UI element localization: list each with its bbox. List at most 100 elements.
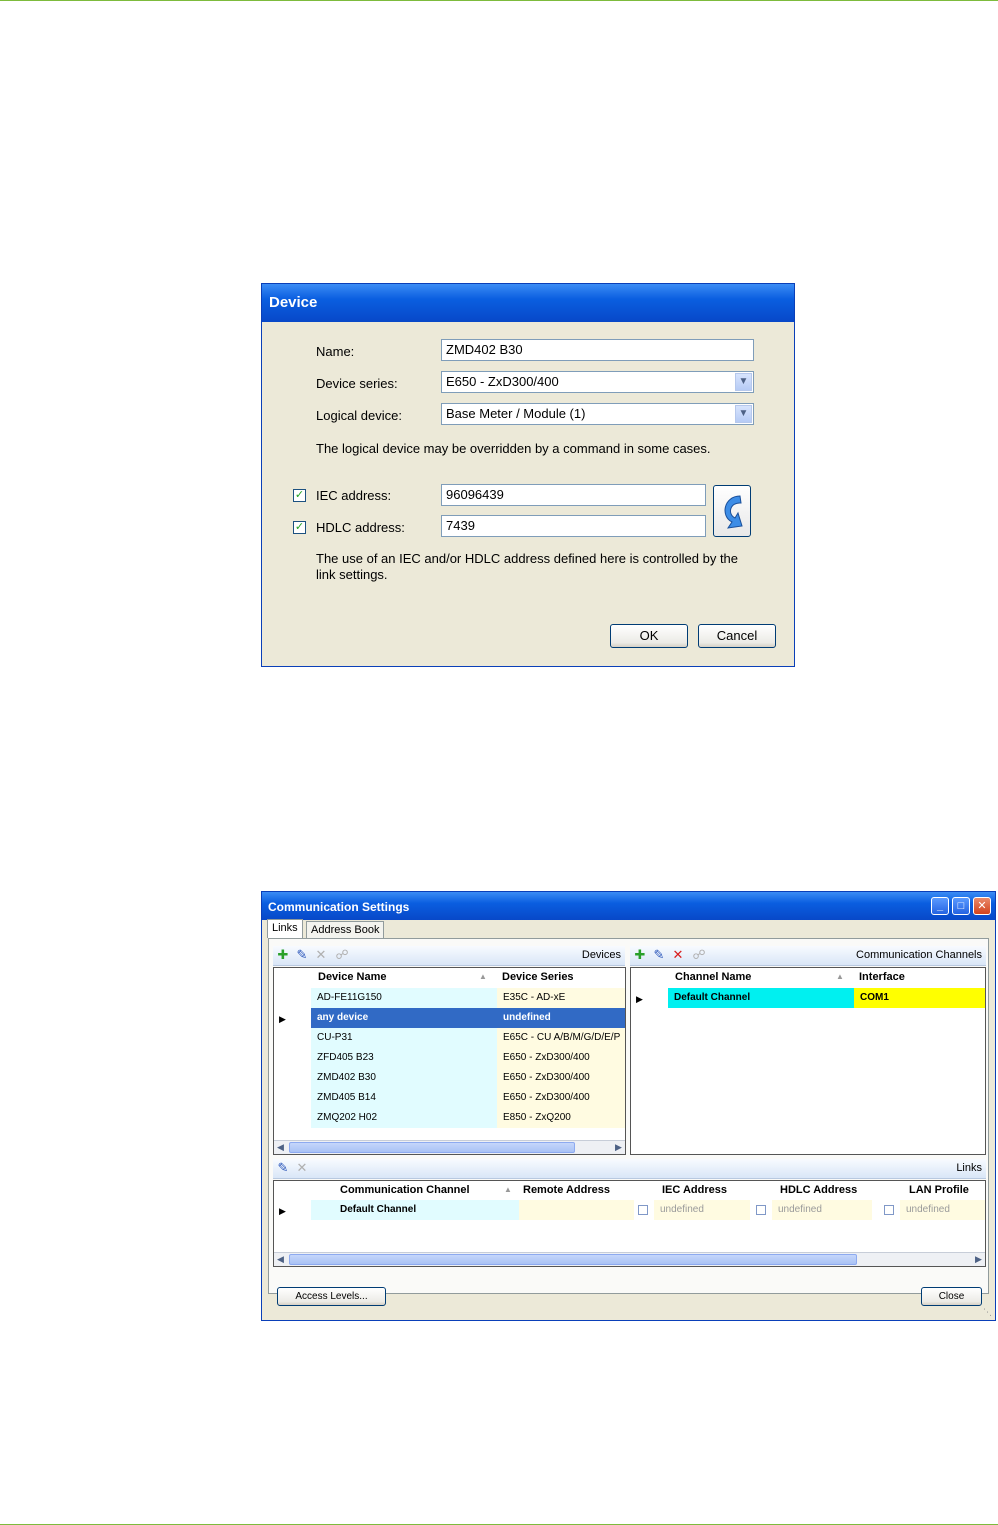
interface-header[interactable]: Interface: [859, 968, 905, 986]
devices-toolbar: ✚ ✎ ✕ ☍ Devices: [273, 946, 625, 966]
table-row[interactable]: E850 - ZxQ200: [497, 1108, 625, 1128]
chevron-down-icon[interactable]: ▼: [735, 405, 752, 423]
iec-address-header[interactable]: IEC Address: [662, 1181, 727, 1199]
lan-profile-header[interactable]: LAN Profile: [909, 1181, 969, 1199]
hdlc-address-label: HDLC address:: [316, 520, 405, 535]
table-row[interactable]: E650 - ZxD300/400: [497, 1048, 625, 1068]
iec-address-checkbox[interactable]: ✓: [293, 489, 306, 502]
table-row[interactable]: undefined: [497, 1008, 625, 1028]
table-row[interactable]: E650 - ZxD300/400: [497, 1068, 625, 1088]
tab-links[interactable]: Links: [267, 919, 303, 938]
table-row[interactable]: ZMD405 B14: [311, 1088, 497, 1108]
name-label: Name:: [316, 344, 355, 359]
curved-arrow-icon: [724, 495, 743, 529]
table-row[interactable]: Default Channel: [311, 1200, 519, 1220]
device-series-header[interactable]: Device Series: [502, 968, 574, 986]
delete-icon[interactable]: ✕: [314, 948, 328, 962]
chevron-down-icon[interactable]: ▼: [735, 373, 752, 391]
window-title-text: Communication Settings: [268, 900, 410, 914]
table-row[interactable]: Default Channel: [668, 988, 854, 1008]
scroll-left-icon[interactable]: ◀: [274, 1253, 287, 1266]
top-rule: [0, 0, 998, 1]
close-button[interactable]: Close: [921, 1287, 982, 1306]
scroll-right-icon[interactable]: ▶: [612, 1141, 625, 1154]
table-row[interactable]: E650 - ZxD300/400: [497, 1088, 625, 1108]
hdlc-address-checkbox[interactable]: [756, 1205, 766, 1215]
link-icon[interactable]: ☍: [335, 948, 349, 962]
links-toolbar: ✎ ✕ Links: [273, 1159, 986, 1179]
links-toolbar-label: Links: [956, 1162, 982, 1174]
iec-address-label: IEC address:: [316, 488, 392, 503]
sort-asc-icon: ▲: [836, 972, 844, 981]
devices-horizontal-scrollbar[interactable]: ◀ ▶: [274, 1140, 625, 1154]
iec-address-checkbox[interactable]: [638, 1205, 648, 1215]
logical-device-select[interactable]: Base Meter / Module (1) ▼: [441, 403, 754, 425]
device-dialog: Device Name: ZMD402 B30 Device series: E…: [261, 283, 795, 667]
row-pointer-icon: ▶: [279, 1014, 286, 1024]
scroll-right-icon[interactable]: ▶: [972, 1253, 985, 1266]
iec-address-field[interactable]: 96096439: [441, 484, 706, 506]
sort-asc-icon: ▲: [504, 1185, 512, 1194]
add-icon[interactable]: ✚: [276, 948, 290, 962]
links-tab-page: ✚ ✎ ✕ ☍ Devices ✚ ✎ ✕ ☍ Communication Ch…: [268, 938, 989, 1294]
link-icon[interactable]: ☍: [692, 948, 706, 962]
iec-address-cell[interactable]: undefined: [654, 1200, 750, 1220]
links-horizontal-scrollbar[interactable]: ◀ ▶: [274, 1252, 985, 1266]
add-icon[interactable]: ✚: [633, 948, 647, 962]
row-pointer-icon: ▶: [279, 1206, 286, 1216]
row-pointer-icon: ▶: [636, 994, 643, 1004]
hdlc-address-header[interactable]: HDLC Address: [780, 1181, 857, 1199]
channels-toolbar-label: Communication Channels: [856, 949, 982, 961]
logical-device-value: Base Meter / Module (1): [446, 406, 586, 421]
comm-channel-header[interactable]: Communication Channel: [340, 1181, 470, 1199]
lan-profile-cell[interactable]: undefined: [900, 1200, 985, 1220]
communication-settings-window: Communication Settings _ □ ✕ Links Addre…: [261, 891, 996, 1321]
hdlc-address-cell[interactable]: undefined: [772, 1200, 872, 1220]
devices-toolbar-label: Devices: [581, 949, 621, 961]
table-row[interactable]: any device: [311, 1008, 497, 1028]
table-row[interactable]: CU-P31: [311, 1028, 497, 1048]
remote-address-cell[interactable]: [519, 1200, 634, 1220]
device-dialog-body: Name: ZMD402 B30 Device series: E650 - Z…: [266, 322, 790, 662]
edit-icon[interactable]: ✎: [276, 1161, 290, 1175]
table-row[interactable]: ZFD405 B23: [311, 1048, 497, 1068]
cancel-button[interactable]: Cancel: [698, 624, 776, 648]
communication-settings-title: Communication Settings _ □ ✕: [262, 892, 995, 920]
device-series-value: E650 - ZxD300/400: [446, 374, 559, 389]
name-field[interactable]: ZMD402 B30: [441, 339, 754, 361]
channel-name-header[interactable]: Channel Name: [675, 968, 751, 986]
close-icon[interactable]: ✕: [973, 897, 991, 915]
table-row[interactable]: E35C - AD-xE: [497, 988, 625, 1008]
device-series-select[interactable]: E650 - ZxD300/400 ▼: [441, 371, 754, 393]
table-row[interactable]: COM1: [854, 988, 985, 1008]
table-row[interactable]: AD-FE11G150: [311, 988, 497, 1008]
ok-button[interactable]: OK: [610, 624, 688, 648]
minimize-icon[interactable]: _: [931, 897, 949, 915]
lan-profile-checkbox[interactable]: [884, 1205, 894, 1215]
maximize-icon[interactable]: □: [952, 897, 970, 915]
logical-device-note: The logical device may be overridden by …: [316, 441, 711, 456]
device-name-header[interactable]: Device Name: [318, 968, 387, 986]
sort-asc-icon: ▲: [479, 972, 487, 981]
resize-grip-icon[interactable]: ⋱: [983, 1307, 992, 1318]
tab-address-book[interactable]: Address Book: [306, 921, 385, 938]
channels-grid: Channel Name ▲ Interface ▶ Default Chann…: [630, 967, 986, 1155]
scroll-left-icon[interactable]: ◀: [274, 1141, 287, 1154]
scroll-thumb[interactable]: [289, 1254, 857, 1265]
device-series-label: Device series:: [316, 376, 398, 391]
edit-icon[interactable]: ✎: [652, 948, 666, 962]
table-row[interactable]: ZMD402 B30: [311, 1068, 497, 1088]
links-grid: Communication Channel ▲ Remote Address I…: [273, 1180, 986, 1267]
delete-icon[interactable]: ✕: [671, 948, 685, 962]
access-levels-button[interactable]: Access Levels...: [277, 1287, 386, 1306]
channels-toolbar: ✚ ✎ ✕ ☍ Communication Channels: [630, 946, 986, 966]
hdlc-address-checkbox[interactable]: ✓: [293, 521, 306, 534]
scroll-thumb[interactable]: [289, 1142, 575, 1153]
table-row[interactable]: E65C - CU A/B/M/G/D/E/P: [497, 1028, 625, 1048]
remote-address-header[interactable]: Remote Address: [523, 1181, 610, 1199]
delete-icon[interactable]: ✕: [295, 1161, 309, 1175]
edit-icon[interactable]: ✎: [295, 948, 309, 962]
table-row[interactable]: ZMQ202 H02: [311, 1108, 497, 1128]
hdlc-address-field[interactable]: 7439: [441, 515, 706, 537]
take-address-button[interactable]: [713, 485, 751, 537]
